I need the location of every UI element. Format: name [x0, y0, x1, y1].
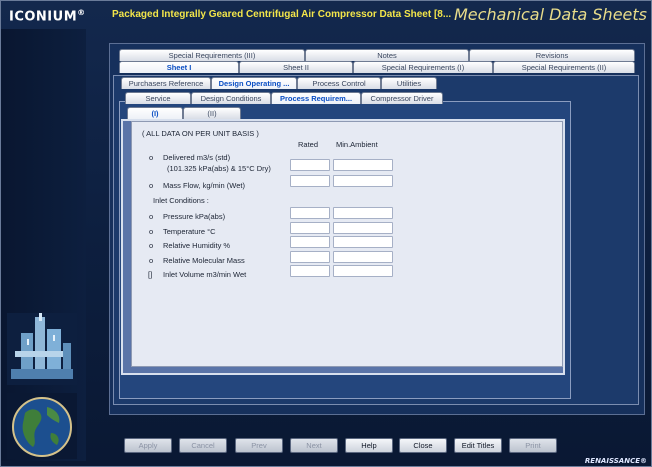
label-mass-flow: Mass Flow, kg/min (Wet) [163, 181, 245, 190]
tab-process-requirements[interactable]: Process Requirem... [271, 92, 361, 104]
close-button[interactable]: Close [399, 438, 447, 453]
row-bullet: o [149, 256, 154, 265]
pressure-rated-input[interactable] [290, 207, 330, 219]
footer-brand: RENAISSANCE® [584, 457, 647, 465]
globe-icon [7, 393, 77, 459]
label-pressure: Pressure kPa(abs) [163, 212, 226, 221]
tab-special-requirements-i[interactable]: Special Requirements (I) [353, 61, 493, 73]
app-window: ICONIUM® Packaged Integrally Geared Cent… [0, 0, 652, 467]
label-relative-humidity: Relative Humidity % [163, 241, 231, 250]
row-bullet: o [149, 181, 154, 190]
inlet-volume-min-ambient-input[interactable] [333, 265, 393, 277]
mass-flow-min-ambient-input[interactable] [333, 175, 393, 187]
molecular-mass-rated-input[interactable] [290, 251, 330, 263]
label-relative-molecular-mass: Relative Molecular Mass [163, 256, 245, 265]
help-button[interactable]: Help [345, 438, 393, 453]
apply-button[interactable]: Apply [124, 438, 172, 453]
module-title: Mechanical Data Sheets [454, 5, 647, 24]
tab-design-operating[interactable]: Design Operating ... [211, 77, 297, 89]
temperature-rated-input[interactable] [290, 222, 330, 234]
tab-special-requirements-ii[interactable]: Special Requirements (II) [493, 61, 635, 73]
next-button[interactable]: Next [290, 438, 338, 453]
label-delivered-sub: (101.325 kPa(abs) & 15°C Dry) [167, 164, 271, 173]
tab-sheet-ii[interactable]: Sheet II [239, 61, 353, 73]
tab-special-requirements-iii[interactable]: Special Requirements (III) [119, 49, 305, 61]
tab-process-control[interactable]: Process Control [297, 77, 381, 89]
row-bullet: o [149, 212, 154, 221]
label-inlet-volume: Inlet Volume m3/min Wet [163, 270, 247, 279]
label-temperature: Temperature °C [163, 227, 216, 236]
header-bar: ICONIUM® Packaged Integrally Geared Cent… [1, 1, 652, 29]
document-title: Packaged Integrally Geared Centrifugal A… [112, 9, 452, 20]
label-inlet-conditions: Inlet Conditions : [153, 196, 209, 205]
row-bullet: o [149, 241, 154, 250]
edit-titles-button[interactable]: Edit Titles [454, 438, 502, 453]
cancel-button[interactable]: Cancel [179, 438, 227, 453]
tab-service[interactable]: Service [125, 92, 191, 104]
tab-revisions[interactable]: Revisions [469, 49, 635, 61]
prev-button[interactable]: Prev [235, 438, 283, 453]
column-header-min-ambient: Min.Ambient [336, 140, 378, 149]
tab-purchasers-reference[interactable]: Purchasers Reference [121, 77, 211, 89]
plant-illustration-icon [7, 313, 77, 385]
tab-notes[interactable]: Notes [305, 49, 469, 61]
column-header-rated: Rated [298, 140, 319, 149]
temperature-min-ambient-input[interactable] [333, 222, 393, 234]
per-unit-note: ( ALL DATA ON PER UNIT BASIS ) [142, 129, 259, 138]
delivered-rated-input[interactable] [290, 159, 330, 171]
tab-compressor-driver[interactable]: Compressor Driver [361, 92, 443, 104]
tab-sheet-i[interactable]: Sheet I [119, 61, 239, 73]
label-delivered: Delivered m3/s (std) [163, 153, 231, 162]
molecular-mass-min-ambient-input[interactable] [333, 251, 393, 263]
row-bullet: o [149, 153, 154, 162]
row-bullet: o [149, 227, 154, 236]
pressure-min-ambient-input[interactable] [333, 207, 393, 219]
tab-design-conditions[interactable]: Design Conditions [191, 92, 271, 104]
delivered-min-ambient-input[interactable] [333, 159, 393, 171]
app-logo: ICONIUM® [9, 8, 86, 25]
tab-utilities[interactable]: Utilities [381, 77, 437, 89]
print-button[interactable]: Print [509, 438, 557, 453]
relative-humidity-rated-input[interactable] [290, 236, 330, 248]
inlet-volume-rated-input[interactable] [290, 265, 330, 277]
relative-humidity-min-ambient-input[interactable] [333, 236, 393, 248]
tab-sub-ii[interactable]: (II) [183, 107, 241, 119]
row-checkbox-marker[interactable]: [] [148, 270, 152, 279]
tab-sub-i[interactable]: (I) [127, 107, 183, 119]
mass-flow-rated-input[interactable] [290, 175, 330, 187]
